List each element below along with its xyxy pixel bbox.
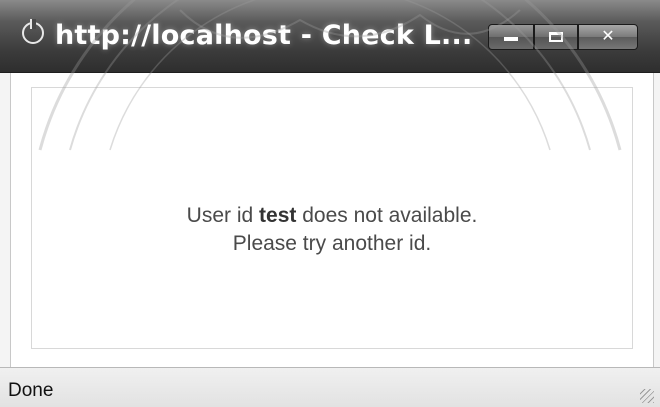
message-suffix: does not available. (296, 204, 478, 227)
status-bar: Done (0, 367, 660, 407)
close-icon: ✕ (601, 26, 615, 45)
title-bar[interactable]: http://localhost - Check L... ✕ (0, 0, 660, 73)
resize-grip-icon[interactable] (640, 389, 654, 403)
message-prefix: User id (186, 204, 260, 227)
window-title: http://localhost - Check L... (55, 20, 473, 51)
minimize-button[interactable] (488, 24, 534, 50)
close-button[interactable]: ✕ (578, 24, 638, 50)
availability-message: User id test does not available. Please … (32, 202, 632, 258)
user-id-value: test (259, 204, 297, 227)
browser-app-icon (22, 19, 44, 44)
maximize-icon (549, 32, 563, 42)
status-text: Done (8, 380, 54, 401)
minimize-icon (504, 37, 518, 41)
client-area: User id test does not available. Please … (10, 73, 654, 367)
maximize-button[interactable] (534, 24, 578, 50)
message-panel: User id test does not available. Please … (31, 87, 633, 349)
popup-window: http://localhost - Check L... ✕ User id … (0, 0, 660, 407)
message-line-2: Please try another id. (232, 232, 432, 255)
